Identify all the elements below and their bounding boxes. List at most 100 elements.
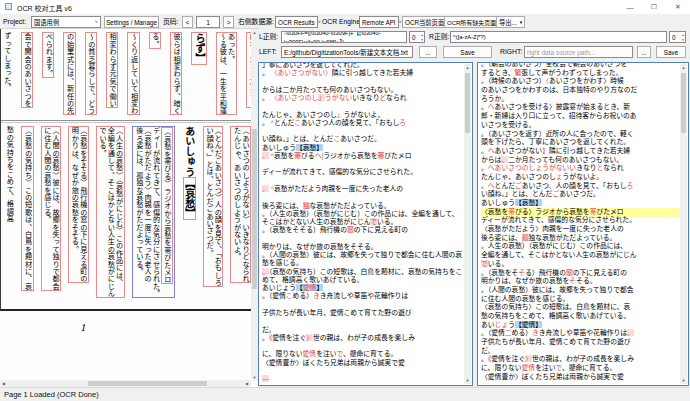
right-text-editor[interactable]: 。（朝会のあいさつ）全校会で朝会のあいさつをするとき、緊張して声がうわずってしま… xyxy=(477,62,689,386)
minimize-button[interactable]: — xyxy=(618,0,642,14)
right-browse-button[interactable]: ... xyxy=(637,46,651,58)
scan-text-column: 明かりは、なぜか旅の哀愁をそそる。 xyxy=(70,127,78,253)
mid-panel-vscrollbar[interactable]: ▲ ▼ xyxy=(464,64,471,384)
scroll-up-icon[interactable]: ▲ xyxy=(680,64,687,71)
scan-text-column: 彼らは相変わらず、暗く xyxy=(172,33,180,114)
scan-entry: 愁の気持ちをこめて、格調高 xyxy=(4,126,14,222)
scroll-down-icon[interactable]: ▼ xyxy=(680,377,687,384)
page-input[interactable]: 1 xyxy=(196,16,220,28)
text-line: あいしゅう【哀愁】 xyxy=(481,199,680,208)
left-path-label: LEFT: xyxy=(259,46,277,58)
text-line xyxy=(262,301,464,309)
text-line: い顔ね。」とは、とんだこあいさつだ。 xyxy=(262,135,464,143)
text-line: 愁を感じる。 xyxy=(262,259,464,267)
left-offset-spinner[interactable]: 0▴▾ xyxy=(409,31,425,43)
right-source-label: 右侧数据源: xyxy=(238,16,274,28)
text-line: 。ヘとんだごあいさつ、人の顔を見て、「おもしろ xyxy=(481,182,680,191)
scroll-down-icon[interactable]: ▼ xyxy=(464,377,471,384)
maximize-button[interactable]: ☐ xyxy=(642,0,666,14)
text-line: 明かりは、なぜか旅の哀愁をそそる。 xyxy=(262,243,464,251)
scan-image-panel[interactable]: になったときだろう。あった。〜る彼は、一生を平和運らず】彼らは相変わらず、暗くる… xyxy=(0,28,258,387)
engine-select[interactable]: Remote API˅ xyxy=(359,16,399,28)
ocr-current-button[interactable]: OCR当前页面 xyxy=(402,16,447,28)
close-button[interactable]: ✕ xyxy=(666,0,690,14)
scan-entry: 〈人生の哀愁〉〈哀愁がにじむ〉この作品には、全編を通して、そこはかとない人生の哀… xyxy=(96,126,125,298)
scan-entry: 〈哀愁を帯びる〉ラジオから哀愁を帯びたメロ xyxy=(161,127,173,284)
left-panel-hscrollbar[interactable]: ◀ ▶ xyxy=(0,380,251,387)
scan-entry: べられます。 xyxy=(42,32,54,78)
scan-text-column: 愁の気持ちをこめて、格調高 xyxy=(5,126,13,222)
settings-manage-button[interactable]: Settings / Manage xyxy=(104,16,159,28)
next-page-button[interactable]: > xyxy=(223,16,234,28)
right-save-button[interactable]: Save xyxy=(656,46,686,58)
scan-entry: 〜くり返していて相変わ xyxy=(127,32,139,115)
text-line: 。人生の哀愁）（哀愁がにじむ）この作品には、 xyxy=(481,242,680,251)
scan-entry: 彼らは相変わらず、暗く xyxy=(170,32,182,115)
page-left-edge-line xyxy=(0,29,1,310)
chevron-down-icon: ˅ xyxy=(396,19,402,25)
text-line: でいる。 xyxy=(481,260,680,269)
text-line: 。 ^哀愁がただよう肉親を一度に失った老人の xyxy=(262,185,464,193)
scan-entry: 〈哀愁を帯びる〉ラジオから哀愁を帯びたメロディーが流れてきて、感傷的な気分にさせ… xyxy=(132,126,175,298)
text-line: めて、格調高く歌いあげている。 xyxy=(262,276,464,284)
scan-entry: ディーが流れてきて、感傷的な気分にさせられた。〈哀愁がただよう〉肉親を一度に失っ… xyxy=(134,127,161,297)
scan-entry: 〈とんだごあいさつ〉人の顔を見て、「おもしろい顔ね。」とは、とんだごあいさつだ。 xyxy=(203,126,224,287)
left-text-editor[interactable]: 」寧にあいさつを返してくれた。。 〈あいさつがない〉隣に引っ越してきた若夫婦から… xyxy=(258,62,473,386)
text-line: 。 〈あいさつがない〉隣に引っ越してきた若夫婦 xyxy=(262,69,464,77)
scroll-up-icon[interactable]: ▲ xyxy=(251,29,258,36)
scan-entry: 〜の貧乏暮らしで、どう xyxy=(85,32,97,115)
scanned-page: になったときだろう。あった。〜る彼は、一生を平和運らず】彼らは相変わらず、暗くる… xyxy=(0,29,251,380)
text-line: 〈愛情豊か〉ぼくたち兄弟は両親から誠実で愛 xyxy=(481,373,680,382)
scroll-left-icon[interactable]: ◀ xyxy=(0,380,7,387)
scroll-down-icon[interactable]: ▼ xyxy=(251,374,258,381)
text-line: 。ヘあいさつがない】隣に引っ越してきた若夫婦 xyxy=(481,147,680,156)
text-line: のあいさつをかわすのは、日本独特のやり方なのだ xyxy=(481,86,680,95)
right-regex-input[interactable]: ^([a-zA-Z]*?) xyxy=(450,31,667,43)
right-path-input[interactable]: right data source path... xyxy=(524,46,633,58)
ocr-missing-button[interactable]: OCR所有缺失页面 xyxy=(444,16,499,28)
text-line: 明かりは、なぜか旅の哀愁をそそる。 xyxy=(481,277,680,286)
text-line xyxy=(262,78,464,86)
scan-entry: ずってしまった。 xyxy=(1,32,11,91)
left-path-input[interactable]: E:/github/DigitizationTools/新建文本文档.txt xyxy=(281,46,413,58)
prev-page-button[interactable]: < xyxy=(182,16,193,28)
text-line: 。〈愛情を注ぐ〉世の親は、わが子の成長を楽しみ xyxy=(481,355,680,364)
text-line: 。（哀愁をそそる）飛行機の窓の下に見える町の xyxy=(481,269,680,278)
left-browse-button[interactable]: ... xyxy=(419,46,437,58)
spinner-arrows-icon[interactable]: ▴▾ xyxy=(421,33,423,43)
text-line: 。 ^哀愁を帯びるヘ|ラジオから哀愁を帯びたメロ xyxy=(262,152,464,160)
right-panel-vscrollbar[interactable]: ▲ ▼ xyxy=(680,64,687,384)
spinner-arrows-icon[interactable]: ▴▾ xyxy=(682,33,684,43)
left-panel-vscrollbar[interactable]: ▲ ▼ xyxy=(251,29,258,381)
text-line: ディーが流れてきて、感傷的な気分にさせられた。 xyxy=(262,168,464,176)
right-regex-label: R正则: xyxy=(429,31,449,43)
status-bar: Page 1 Loaded (OCR Done) xyxy=(0,387,690,401)
text-line: 〈哀愁がただよう〉肉親を一度に失った老人の xyxy=(481,225,680,234)
scan-entry: 〈人間の哀愁〉彼には、故郷を失って独りで都会に住む人間の哀愁を感じる。 xyxy=(41,126,62,291)
left-regex-input[interactable]: -\u30FF=|[\u3040-\u309F]+【[\u3040-\u309F… xyxy=(281,31,407,43)
text-line: 。（哀愁の気持ち）この短歌は、白鳥を題材に、哀愁の気持ちをこ xyxy=(262,268,464,276)
text-line: 〈愛情豊か〉ぼくたち兄弟は両親から誠実で愛 xyxy=(262,359,464,367)
export-button[interactable]: 导出...▾ xyxy=(496,16,525,28)
left-save-button[interactable]: Save xyxy=(443,46,492,58)
right-source-select[interactable]: OCR Results˅ xyxy=(275,16,318,28)
scan-text-column: に住む人間の哀愁を感じる。 xyxy=(43,127,51,223)
scan-text-column: あった。 xyxy=(226,33,234,63)
text-line: 。（愛情二める）きき舟流しや草笛や花輪作りは、 xyxy=(481,329,680,338)
text-line: 後ろ姿には、独な哀愁がただよっている。 xyxy=(262,202,464,210)
text-line: 〈哀愁の気持ち〉この短歌は、白鳥を題材に、哀 xyxy=(481,303,680,312)
scan-text-column: 後ろ姿には、孤独な哀愁がただよっている。 xyxy=(135,127,143,275)
scan-entry: 会で開会のあいさつを xyxy=(21,32,33,108)
text-line xyxy=(262,102,464,110)
text-line: に住む人間の哀愁を感じる。 xyxy=(481,295,680,304)
scan-text-column: る。 xyxy=(151,33,159,48)
scroll-up-icon[interactable]: ▲ xyxy=(464,64,471,71)
scan-entry: 〈あいさつのしようがない〉いきなりどなられたんじゃ、あいさつのしようがないよ。 xyxy=(230,126,251,283)
scroll-right-icon[interactable]: ▶ xyxy=(244,380,251,387)
project-select[interactable]: 国语用例˅ xyxy=(31,16,101,28)
app-icon xyxy=(5,3,12,10)
text-line: 全編を通して、そこはかとない人生の哀愁がにじん xyxy=(481,251,680,260)
text-line xyxy=(262,193,464,201)
scan-text-column: 〈あいさつのしようがない〉いきなりどなられ xyxy=(241,127,249,282)
right-offset-spinner[interactable]: 0▴▾ xyxy=(669,31,686,43)
